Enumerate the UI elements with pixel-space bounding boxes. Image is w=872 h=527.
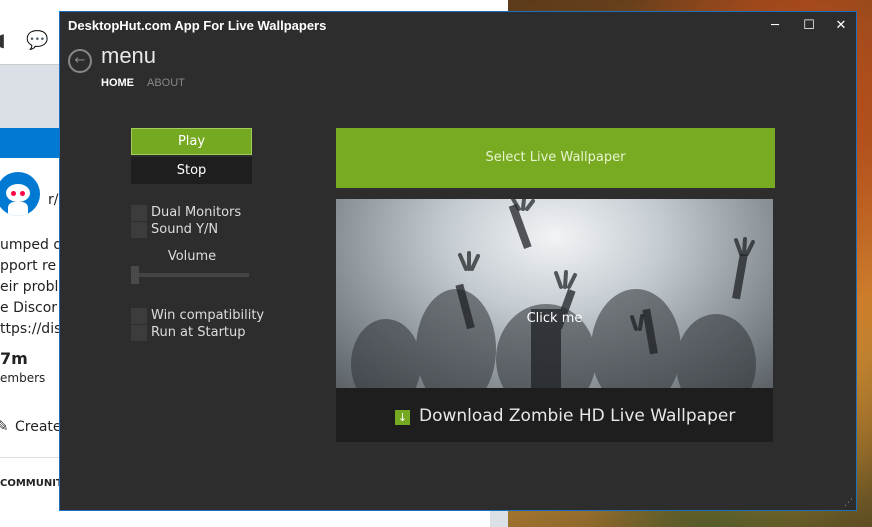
download-link[interactable]: Download Zombie HD Live Wallpaper <box>419 406 735 426</box>
volume-slider-thumb[interactable] <box>131 266 139 284</box>
checkbox-label: Dual Monitors <box>151 205 242 220</box>
click-me-overlay[interactable]: Click me <box>336 311 773 326</box>
download-icon: ↓ <box>395 410 410 425</box>
pencil-icon: ✎ <box>0 417 9 435</box>
run-at-startup-checkbox[interactable]: Run at Startup <box>131 325 331 341</box>
page-title: menu <box>101 43 157 68</box>
shield-icon: ◖ <box>0 30 6 51</box>
resize-grip-icon[interactable]: ⋰ <box>844 498 854 508</box>
tab-about[interactable]: ABOUT <box>147 77 185 89</box>
volume-label: Volume <box>167 249 217 264</box>
sound-checkbox[interactable]: Sound Y/N <box>131 222 331 238</box>
checkbox-box[interactable] <box>131 205 147 221</box>
app-window: DesktopHut.com App For Live Wallpapers ─… <box>59 11 857 511</box>
download-bar[interactable]: ↓ Download Zombie HD Live Wallpaper <box>336 388 773 442</box>
create-post-button[interactable]: Create <box>15 419 62 435</box>
description-line: pport re <box>0 258 57 274</box>
description-line: eir proble <box>0 279 67 295</box>
checkbox-box[interactable] <box>131 325 147 341</box>
minimize-button[interactable]: ─ <box>760 16 790 36</box>
checkbox-label: Sound Y/N <box>151 222 219 237</box>
maximize-button[interactable]: ☐ <box>794 16 824 36</box>
stop-button[interactable]: Stop <box>131 157 252 184</box>
close-button[interactable]: ✕ <box>826 16 856 36</box>
zombie-wallpaper-image[interactable]: Click me <box>336 199 773 388</box>
checkbox-label: Win compatibility <box>151 308 265 323</box>
play-button[interactable]: Play <box>131 128 252 155</box>
title-bar[interactable]: DesktopHut.com App For Live Wallpapers ─… <box>60 12 856 40</box>
checkbox-label: Run at Startup <box>151 325 246 340</box>
wallpaper-preview[interactable]: Click me ↓ Download Zombie HD Live Wallp… <box>336 199 773 442</box>
description-line: umped o <box>0 237 62 253</box>
section-heading: COMMUNIT <box>0 478 63 489</box>
win-compatibility-checkbox[interactable]: Win compatibility <box>131 308 331 324</box>
select-live-wallpaper-button[interactable]: Select Live Wallpaper <box>336 128 775 188</box>
dual-monitors-checkbox[interactable]: Dual Monitors <box>131 205 331 221</box>
member-count: 7m <box>0 349 28 368</box>
checkbox-box[interactable] <box>131 222 147 238</box>
checkbox-box[interactable] <box>131 308 147 324</box>
window-title: DesktopHut.com App For Live Wallpapers <box>68 18 327 33</box>
members-label: embers <box>0 371 46 385</box>
description-line: e Discor <box>0 300 58 316</box>
volume-slider-track[interactable] <box>131 273 249 277</box>
subreddit-name[interactable]: r/ <box>48 192 58 208</box>
back-arrow-icon[interactable]: ← <box>68 49 92 73</box>
chat-icon: 💬 <box>26 30 49 51</box>
tab-home[interactable]: HOME <box>101 77 134 89</box>
